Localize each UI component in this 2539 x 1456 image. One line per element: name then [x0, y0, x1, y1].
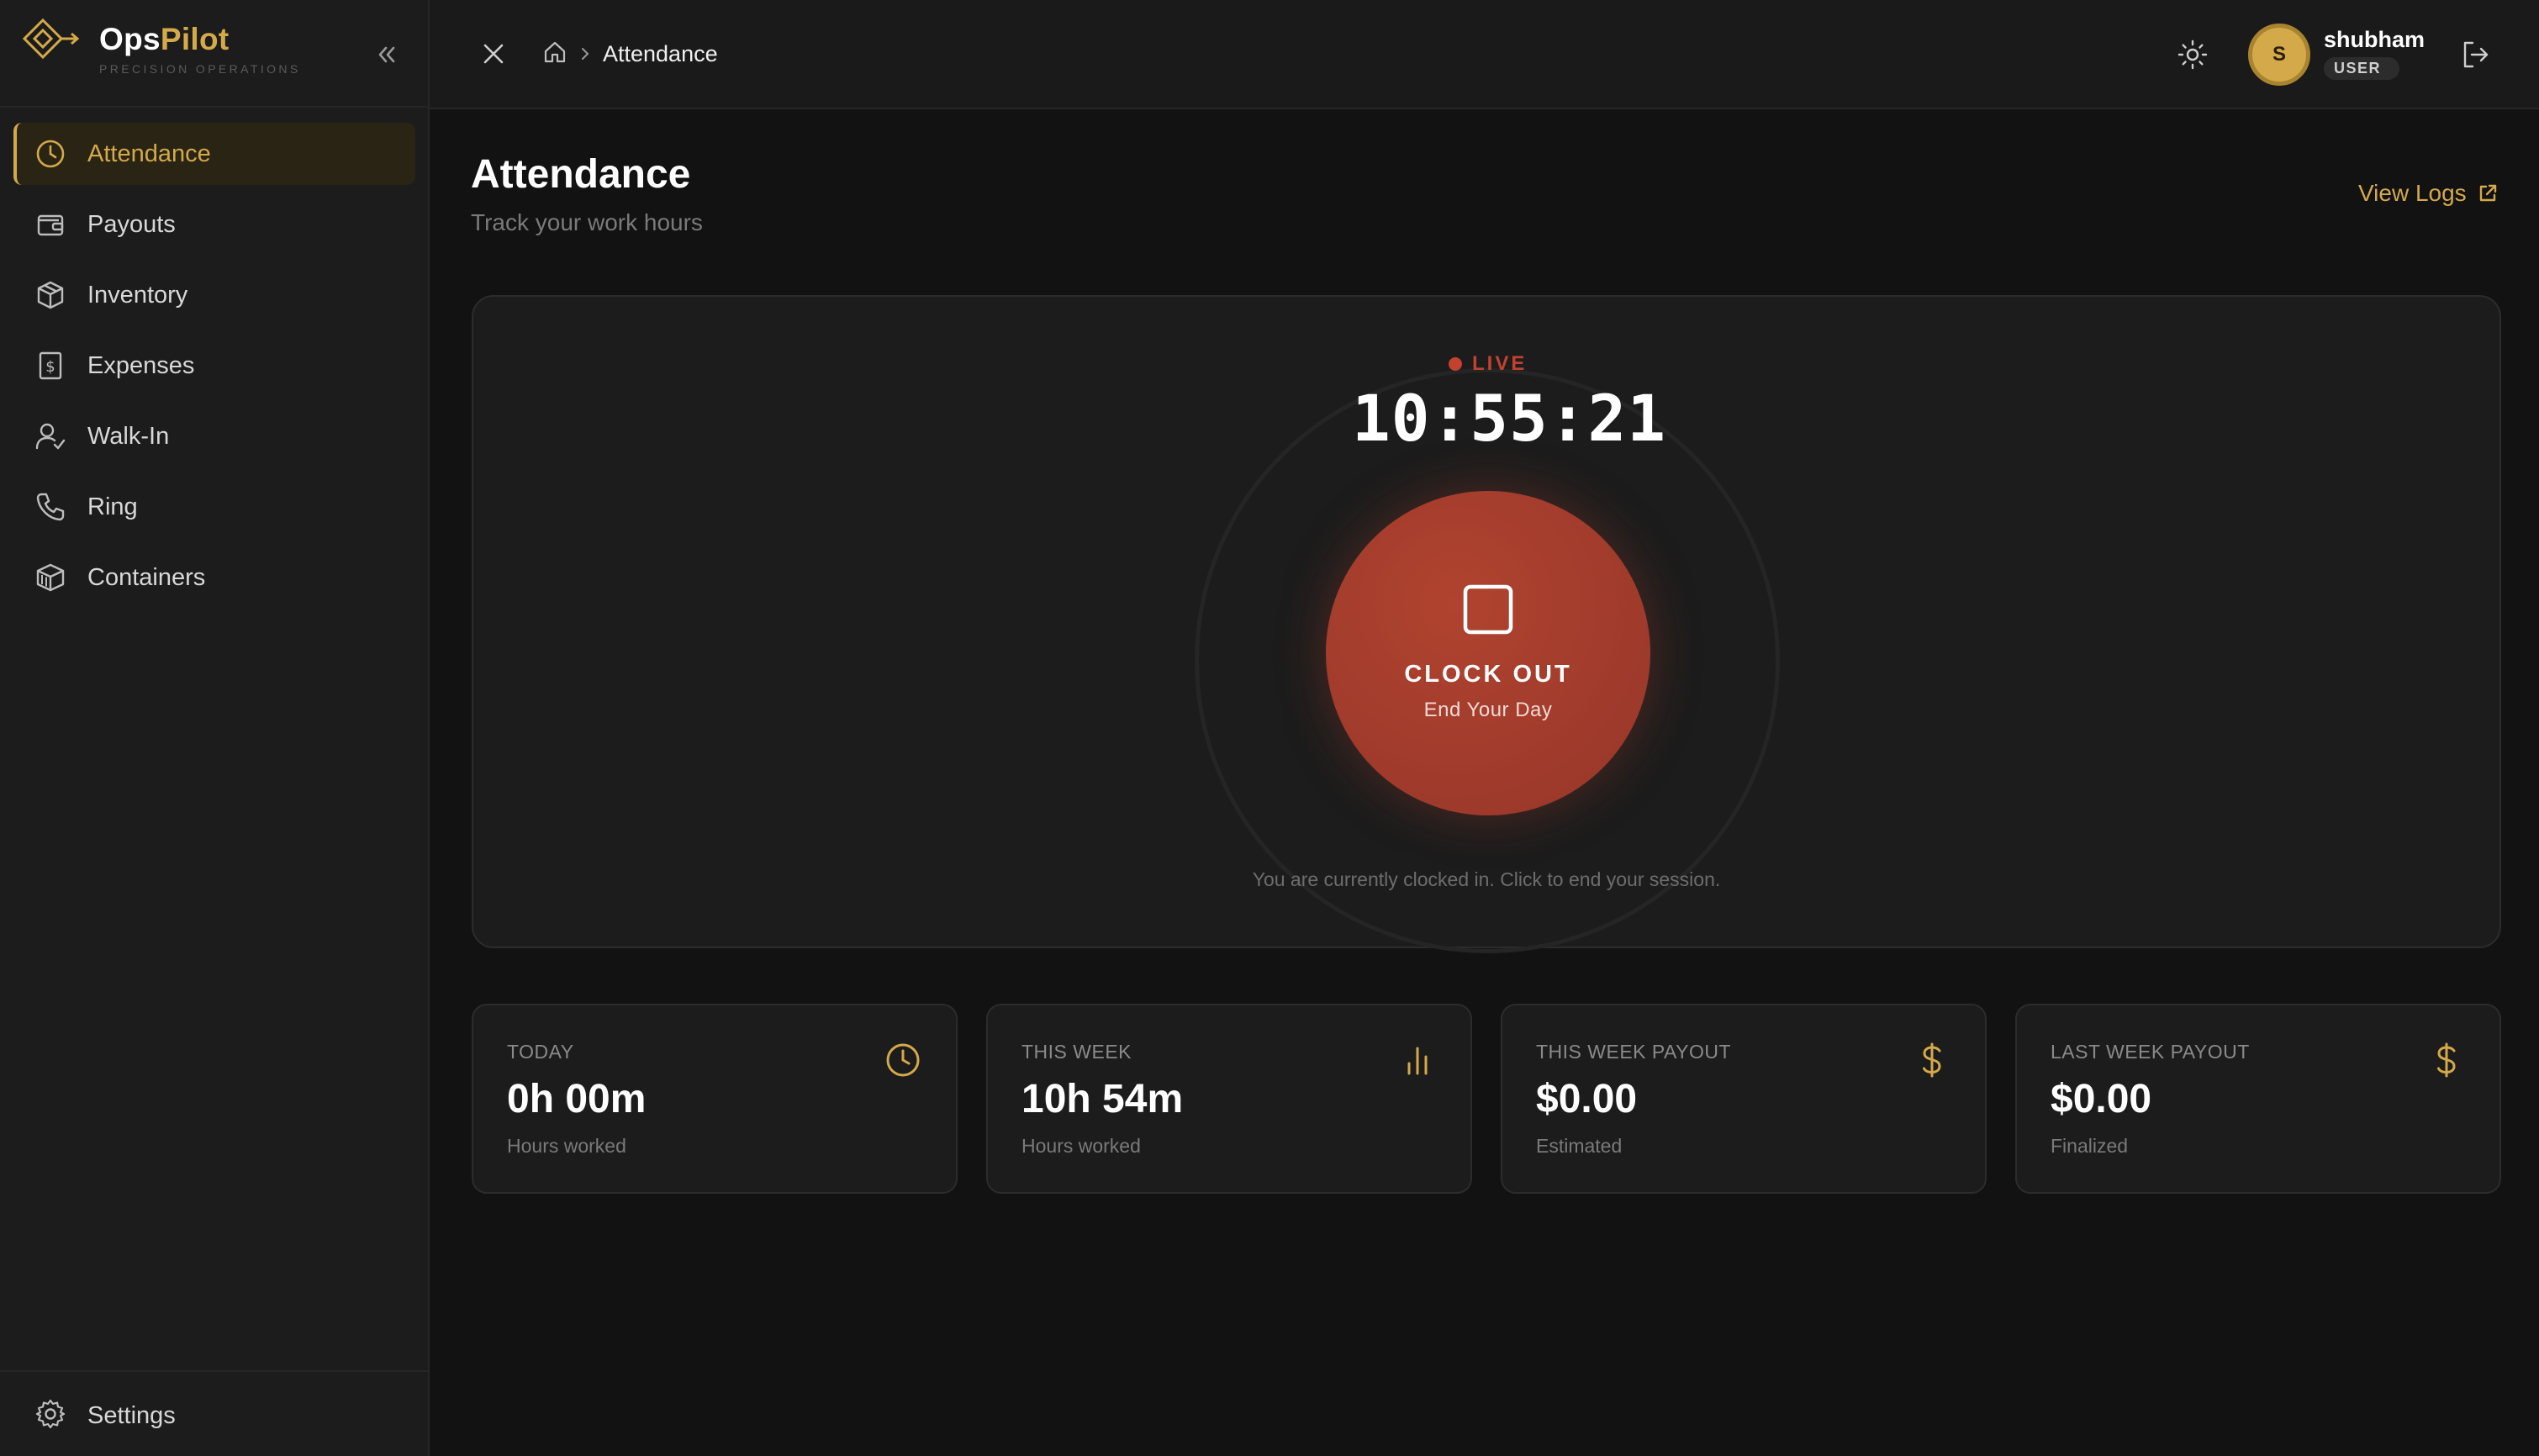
sun-icon — [2177, 40, 2208, 70]
home-icon[interactable] — [542, 40, 567, 69]
sidebar-item-label: Inventory — [87, 281, 188, 309]
view-logs-link[interactable]: View Logs — [2358, 180, 2499, 207]
sidebar-item-settings[interactable]: Settings — [34, 1397, 176, 1435]
user-name: shubham — [2324, 27, 2426, 52]
session-hint: You are currently clocked in. Click to e… — [1252, 868, 1721, 890]
wallet-icon — [34, 208, 67, 241]
sidebar-item-label: Walk-In — [87, 422, 170, 450]
sidebar-item-label: Containers — [87, 563, 206, 591]
stat-sub: Estimated — [1536, 1135, 1623, 1157]
sidebar-item-payouts[interactable]: Payouts — [13, 193, 415, 256]
gear-icon — [34, 1397, 67, 1435]
breadcrumb: Attendance — [542, 39, 718, 69]
close-button[interactable] — [477, 37, 510, 71]
sidebar-nav: Attendance Payouts Inventory $ Expenses — [13, 123, 415, 617]
sidebar-item-inventory[interactable]: Inventory — [13, 264, 415, 326]
receipt-dollar-icon: $ — [34, 349, 67, 382]
app-root: OpsPilot PRECISION OPERATIONS Attendance — [0, 0, 2539, 1456]
live-indicator: LIVE — [1449, 352, 1527, 376]
brand-name-part1: Ops — [99, 22, 161, 56]
brand-name-part2: Pilot — [160, 22, 230, 56]
page-title: Attendance — [471, 152, 691, 197]
logo-icon — [22, 18, 80, 60]
dollar-icon — [2427, 1041, 2466, 1079]
stat-value: $0.00 — [1536, 1077, 1638, 1121]
clock-out-title: CLOCK OUT — [1404, 661, 1572, 688]
logout-icon — [2463, 41, 2489, 68]
sidebar-item-expenses[interactable]: $ Expenses — [13, 335, 415, 397]
stat-value: 10h 54m — [1021, 1077, 1184, 1121]
sidebar-item-ring[interactable]: Ring — [13, 476, 415, 538]
avatar[interactable]: S — [2248, 24, 2310, 86]
page-subtitle: Track your work hours — [471, 209, 703, 235]
stop-icon — [1463, 584, 1513, 635]
stat-label: TODAY — [507, 1041, 574, 1063]
stat-label: THIS WEEK PAYOUT — [1536, 1041, 1732, 1063]
user-role-badge: USER — [2324, 57, 2400, 80]
container-icon — [34, 561, 67, 594]
sidebar-item-walk-in[interactable]: Walk-In — [13, 405, 415, 467]
sidebar: OpsPilot PRECISION OPERATIONS Attendance — [0, 0, 430, 1456]
stat-sub: Finalized — [2051, 1135, 2129, 1157]
brand-tagline: PRECISION OPERATIONS — [99, 62, 301, 76]
clock-icon — [884, 1041, 922, 1079]
chevrons-left-icon — [378, 46, 395, 63]
stats-row: TODAY 0h 00m Hours worked THIS WEEK 10h … — [472, 1004, 2501, 1194]
clock-out-button[interactable]: CLOCK OUT End Your Day — [1326, 491, 1650, 815]
brand: OpsPilot PRECISION OPERATIONS — [0, 0, 428, 108]
clock-card: LIVE 10:55:21 CLOCK OUT End Your Day You… — [472, 295, 2501, 953]
close-icon — [483, 44, 504, 64]
sidebar-item-label: Payouts — [87, 210, 176, 238]
stat-card-last-week-payout: LAST WEEK PAYOUT $0.00 Finalized — [2015, 1004, 2501, 1194]
clock-icon — [34, 137, 67, 171]
breadcrumb-current: Attendance — [603, 40, 718, 66]
elapsed-timer: 10:55:21 — [1352, 381, 1667, 456]
stat-value: $0.00 — [2051, 1077, 2152, 1121]
stat-value: 0h 00m — [507, 1077, 647, 1121]
live-dot-icon — [1449, 357, 1462, 371]
live-label: LIVE — [1472, 352, 1528, 375]
chevron-right-icon — [579, 45, 591, 62]
stat-label: THIS WEEK — [1021, 1041, 1132, 1063]
settings-label: Settings — [87, 1402, 176, 1429]
external-link-icon — [2477, 182, 2499, 204]
sidebar-item-label: Attendance — [87, 140, 211, 167]
sidebar-item-containers[interactable]: Containers — [13, 546, 415, 609]
clock-out-subtitle: End Your Day — [1423, 699, 1553, 721]
stat-label: LAST WEEK PAYOUT — [2051, 1041, 2250, 1063]
brand-name: OpsPilot — [99, 22, 230, 57]
topbar: Attendance S shubham USER — [430, 0, 2539, 109]
user-check-icon — [34, 419, 67, 453]
theme-toggle-button[interactable] — [2175, 37, 2210, 72]
stat-card-this-week: THIS WEEK 10h 54m Hours worked — [986, 1004, 1472, 1194]
box-icon — [34, 278, 67, 312]
collapse-sidebar-button[interactable] — [370, 39, 402, 71]
dollar-icon — [1913, 1041, 1951, 1079]
stat-sub: Hours worked — [507, 1135, 626, 1157]
stat-card-this-week-payout: THIS WEEK PAYOUT $0.00 Estimated — [1501, 1004, 1987, 1194]
view-logs-label: View Logs — [2358, 180, 2467, 206]
stat-sub: Hours worked — [1021, 1135, 1141, 1157]
sidebar-item-label: Expenses — [87, 351, 195, 379]
sidebar-footer: Settings — [0, 1370, 428, 1456]
phone-icon — [34, 490, 67, 524]
sidebar-item-label: Ring — [87, 493, 138, 520]
sidebar-item-attendance[interactable]: Attendance — [13, 123, 415, 185]
svg-text:$: $ — [45, 358, 55, 376]
bar-chart-icon — [1398, 1041, 1437, 1079]
logout-button[interactable] — [2457, 37, 2493, 72]
stat-card-today: TODAY 0h 00m Hours worked — [472, 1004, 958, 1194]
